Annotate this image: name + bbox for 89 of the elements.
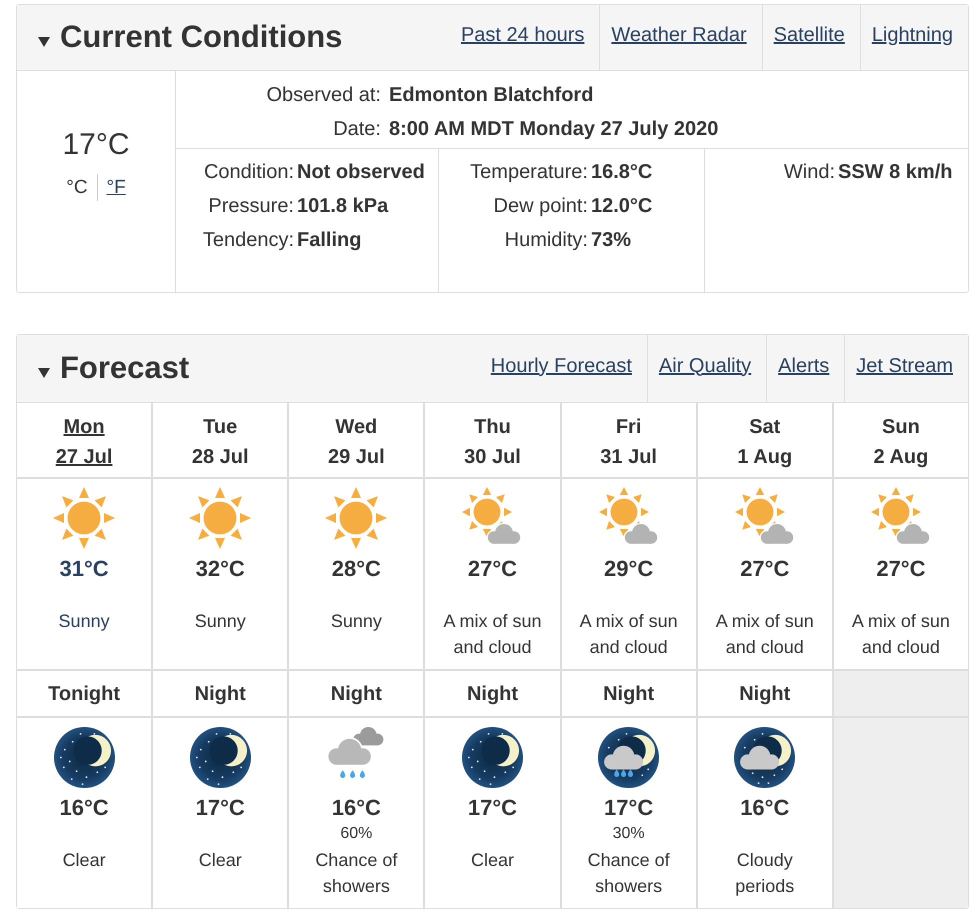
- day-date: 29 Jul: [328, 445, 385, 470]
- field-label: Condition:: [204, 160, 294, 185]
- moon-rain-cloud-icon: [597, 726, 660, 788]
- field-label: Dew point:: [494, 194, 588, 219]
- field-label: Date:: [332, 117, 381, 142]
- caret-icon[interactable]: [38, 36, 50, 46]
- sun-icon: [188, 486, 252, 550]
- header-link[interactable]: Alerts: [778, 350, 830, 380]
- current-temperature: 17°C: [62, 127, 130, 163]
- period-name: Night: [739, 682, 790, 706]
- temperature: 17°C: [604, 795, 654, 821]
- crescent-moon-icon: [188, 726, 252, 788]
- header-link[interactable]: Satellite: [774, 20, 845, 50]
- header-link[interactable]: Past 24 hours: [460, 20, 584, 50]
- moon-cloud-icon: [733, 726, 796, 788]
- period-name: Night: [330, 682, 382, 706]
- temperature: 31°C: [59, 556, 109, 582]
- precipitation-chance: 60%: [340, 824, 372, 844]
- temperature: 17°C: [196, 795, 245, 821]
- period-name: Night: [194, 682, 246, 706]
- temperature: 16°C: [332, 795, 381, 821]
- period-name: Night: [466, 682, 518, 706]
- condition-text: Sunny: [58, 610, 110, 633]
- day-date: 1 Aug: [737, 445, 792, 470]
- day-name: Sun: [882, 415, 920, 440]
- temperature: 16°C: [59, 795, 109, 821]
- crescent-moon-icon: [52, 726, 116, 788]
- day-name: Fri: [616, 415, 642, 440]
- field-label: Observed at:: [265, 83, 381, 108]
- section-title: Current Conditions: [60, 18, 342, 56]
- day-name: Thu: [474, 415, 511, 440]
- condition-text: Chance of showers: [586, 849, 671, 898]
- day-name: Wed: [335, 415, 378, 440]
- field-value: 101.8 kPa: [297, 194, 388, 219]
- condition-text: Clear: [62, 849, 106, 872]
- field-value: 8:00 AM MDT Monday 27 July 2020: [389, 117, 718, 142]
- condition-text: A mix of sun and cloud: [442, 610, 543, 659]
- header-link[interactable]: Lightning: [872, 20, 953, 50]
- precipitation-chance: 30%: [612, 824, 645, 844]
- day-name: Mon: [64, 415, 105, 440]
- temperature: 17°C: [468, 795, 518, 821]
- condition-text: Clear: [470, 849, 514, 872]
- field-value: SSW 8 km/h: [838, 160, 952, 185]
- section-title: Forecast: [60, 349, 190, 388]
- header-link[interactable]: Weather Radar: [611, 20, 747, 50]
- temperature: 27°C: [740, 556, 790, 582]
- condition-text: Clear: [198, 849, 242, 872]
- caret-icon[interactable]: [38, 368, 50, 378]
- condition-text: A mix of sun and cloud: [850, 610, 951, 659]
- field-value: Not observed: [297, 160, 425, 185]
- condition-text: Sunny: [194, 610, 246, 633]
- field-value: 73%: [591, 228, 632, 253]
- condition-text: Chance of showers: [314, 849, 398, 898]
- day-date: 2 Aug: [874, 445, 928, 470]
- temperature: 27°C: [876, 556, 926, 582]
- field-label: Pressure:: [208, 194, 294, 219]
- temperature: 16°C: [740, 795, 790, 821]
- field-value: 12.0°C: [591, 194, 652, 219]
- day-date: 30 Jul: [464, 445, 521, 470]
- field-label: Wind:: [784, 160, 835, 185]
- crescent-moon-icon: [460, 726, 524, 788]
- period-name: Tonight: [48, 682, 120, 706]
- header-link[interactable]: Air Quality: [658, 350, 752, 380]
- field-label: Temperature:: [470, 160, 588, 185]
- field-value: Falling: [297, 228, 362, 253]
- field-label: Humidity:: [504, 228, 588, 253]
- period-name: Night: [603, 682, 654, 706]
- condition-text: A mix of sun and cloud: [578, 610, 679, 659]
- temperature: 28°C: [332, 556, 381, 582]
- temperature: 32°C: [196, 556, 245, 582]
- unit-option: °C: [66, 174, 88, 200]
- day-name: Tue: [203, 415, 238, 440]
- header-link[interactable]: Hourly Forecast: [490, 350, 632, 380]
- day-date: 27 Jul: [56, 445, 112, 470]
- field-value: Edmonton Blatchford: [389, 83, 594, 108]
- field-value: 16.8°C: [591, 160, 652, 185]
- day-date: 31 Jul: [600, 445, 657, 470]
- sun-icon: [52, 486, 116, 550]
- day-date: 28 Jul: [192, 445, 249, 470]
- sun-icon: [324, 486, 388, 550]
- field-label: Tendency:: [202, 228, 294, 253]
- day-name: Sat: [749, 415, 780, 440]
- temperature: 29°C: [604, 556, 654, 582]
- condition-text: Cloudy periods: [734, 849, 796, 898]
- header-link[interactable]: Jet Stream: [856, 350, 953, 380]
- unit-link[interactable]: °F: [106, 174, 126, 200]
- condition-text: Sunny: [330, 610, 382, 633]
- temperature: 27°C: [468, 556, 518, 582]
- condition-text: A mix of sun and cloud: [714, 610, 815, 659]
